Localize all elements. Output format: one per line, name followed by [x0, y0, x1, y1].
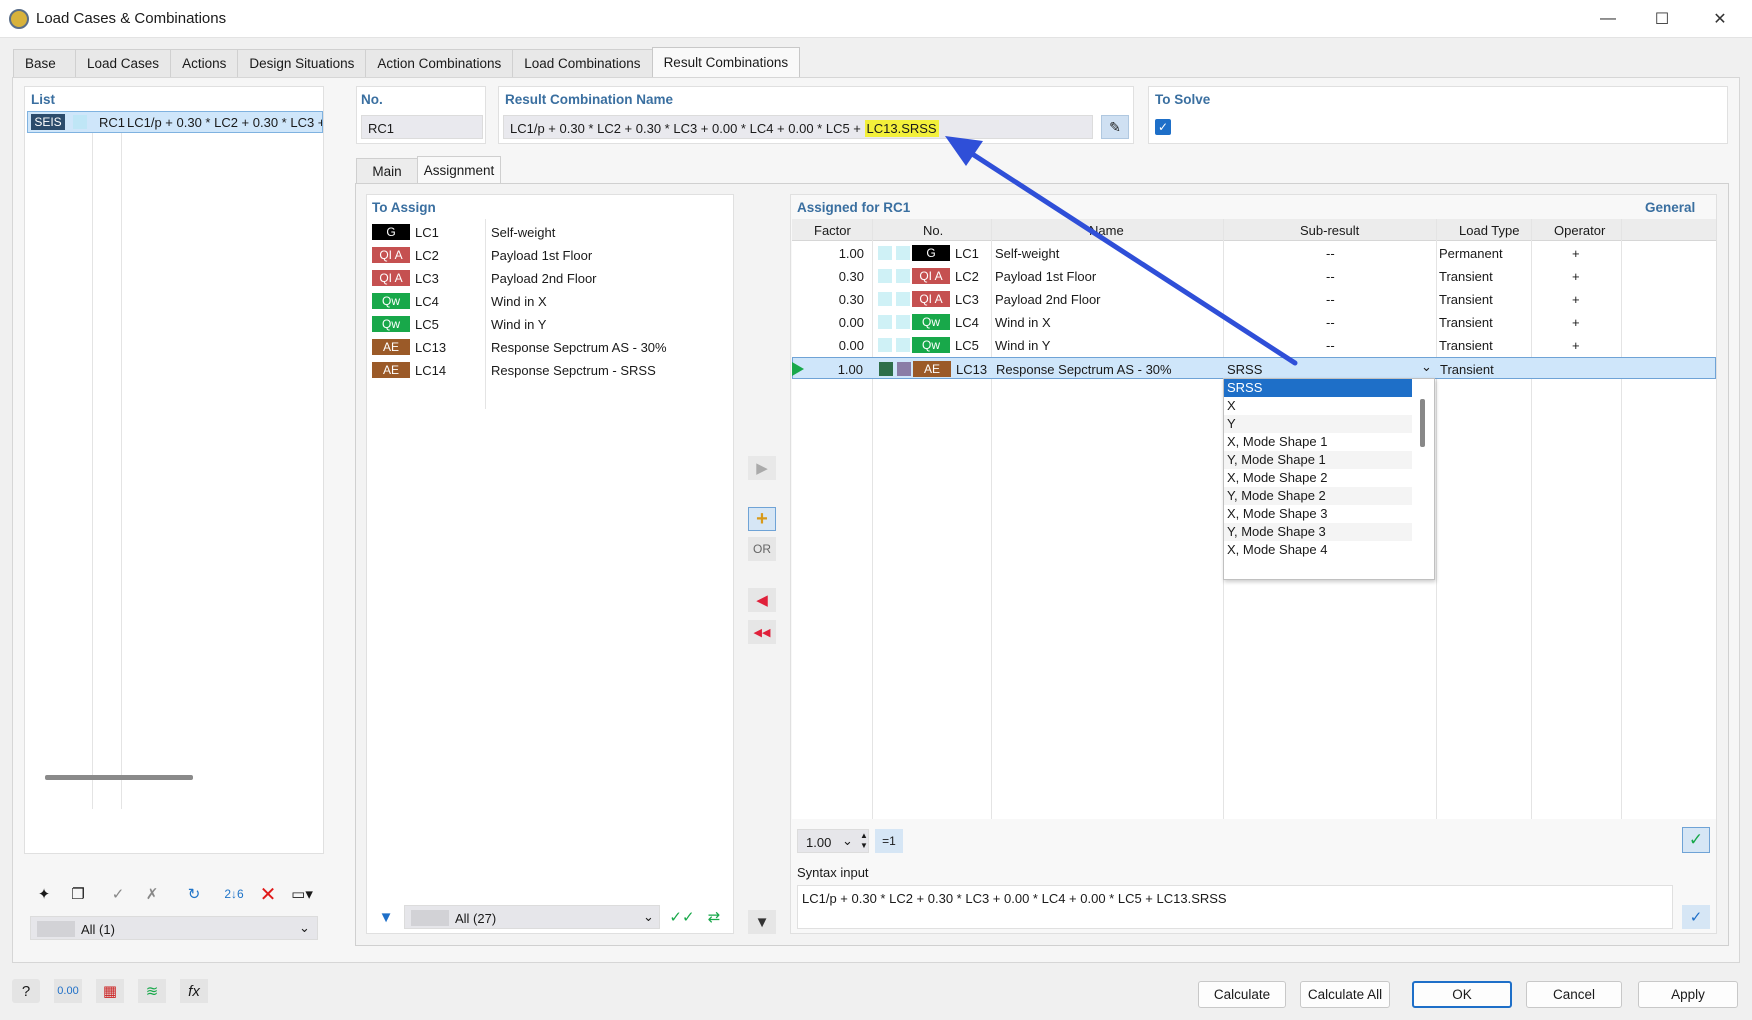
formula-icon[interactable]: fx	[180, 979, 208, 1003]
calculate-button[interactable]: Calculate	[1198, 981, 1286, 1008]
graph-icon[interactable]: ≋	[138, 979, 166, 1003]
cancel-button[interactable]: Cancel	[1526, 981, 1622, 1008]
help-icon[interactable]: ?	[12, 979, 40, 1003]
units-icon[interactable]: 0.00	[54, 979, 82, 1003]
calculate-all-button[interactable]: Calculate All	[1300, 981, 1390, 1008]
display-icon[interactable]: ▦	[96, 979, 124, 1003]
apply-button[interactable]: Apply	[1638, 981, 1738, 1008]
annotation-arrow	[945, 136, 1298, 366]
ok-button[interactable]: OK	[1412, 981, 1512, 1008]
